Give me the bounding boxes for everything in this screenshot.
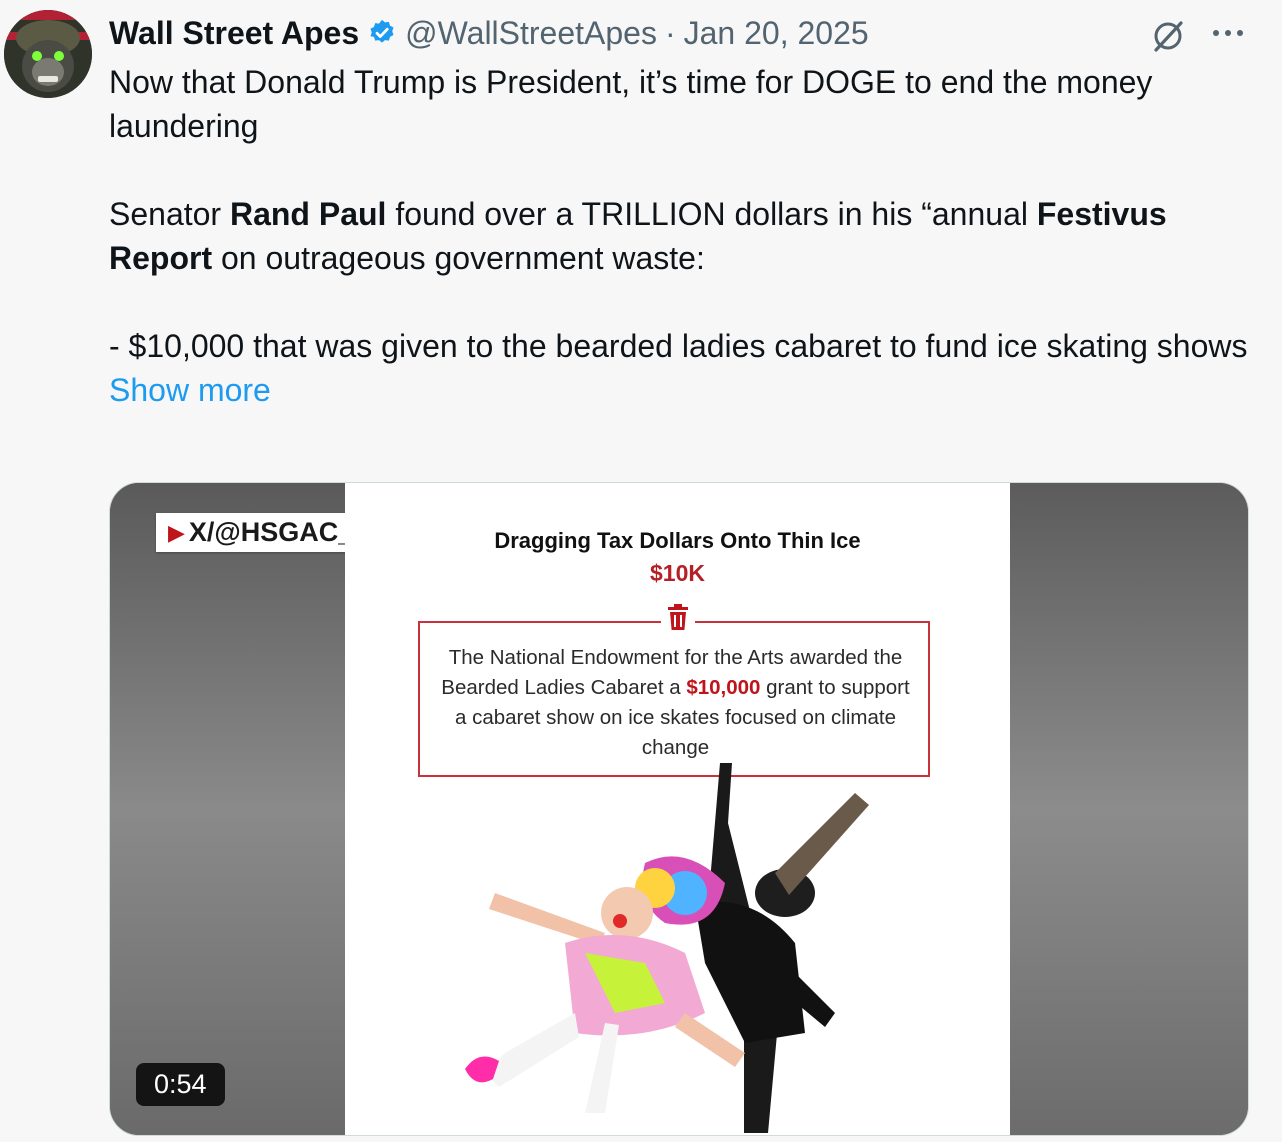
p2-mid: found over a TRILLION dollars in his “an…: [386, 196, 1037, 232]
grok-icon[interactable]: [1150, 18, 1186, 54]
show-more-link[interactable]: Show more: [109, 368, 271, 412]
tweet-paragraph-2: Senator Rand Paul found over a TRILLION …: [109, 192, 1249, 280]
body-highlight: $10,000: [686, 676, 761, 699]
infographic-body: The National Endowment for the Arts awar…: [433, 643, 918, 763]
play-triangle-icon: ▶: [168, 519, 185, 545]
tweet-meta: @WallStreetApes · Jan 20, 2025: [405, 15, 869, 52]
trash-icon: [661, 598, 695, 636]
skaters-image: [465, 763, 869, 1133]
tweet-header: Wall Street Apes @WallStreetApes · Jan 2…: [109, 13, 869, 53]
verified-badge-icon: [367, 18, 397, 48]
p2-post: on outrageous government waste:: [212, 240, 705, 276]
infographic-title: Dragging Tax Dollars Onto Thin Ice: [494, 528, 861, 553]
video-background-right: [1010, 483, 1248, 1135]
infographic-amount: $10K: [650, 560, 705, 586]
avatar[interactable]: [4, 10, 92, 98]
video-background-left: [110, 483, 345, 1135]
video-media[interactable]: ▶ X/@HSGAC_GOP Dragging Tax Dollars Onto…: [109, 482, 1249, 1136]
meta-separator: ·: [664, 14, 676, 51]
tweet-paragraph-1: Now that Donald Trump is President, it’s…: [109, 64, 1153, 144]
p2-bold-rand-paul: Rand Paul: [229, 196, 387, 232]
tweet-date[interactable]: Jan 20, 2025: [684, 15, 869, 52]
author-handle[interactable]: @WallStreetApes: [405, 15, 657, 52]
video-duration: 0:54: [136, 1063, 225, 1106]
tweet-paragraph-3: - $10,000 that was given to the bearded …: [109, 328, 1248, 364]
infographic-card: Dragging Tax Dollars Onto Thin Ice $10K …: [345, 483, 1010, 1135]
p2-pre: Senator: [109, 196, 230, 232]
author-name[interactable]: Wall Street Apes: [109, 15, 359, 52]
more-icon[interactable]: [1210, 18, 1246, 48]
tweet-text: Now that Donald Trump is President, it’s…: [109, 60, 1249, 412]
